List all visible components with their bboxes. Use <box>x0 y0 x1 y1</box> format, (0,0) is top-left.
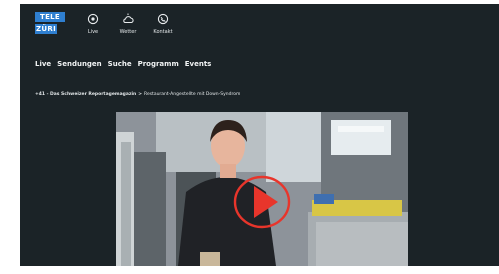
nav-item-live[interactable]: Live <box>35 60 51 68</box>
breadcrumb-section-link[interactable]: +41 - Das Schweizer Reportagemagazin <box>35 92 136 97</box>
quick-link-contact[interactable]: Kontakt <box>152 13 174 35</box>
nav-item-programm[interactable]: Programm <box>138 60 179 68</box>
breadcrumb-current: Restaurant-Angestellte mit Down-Syndrom <box>144 92 241 97</box>
logo-line-1: TELE <box>35 12 65 22</box>
logo-line-2: ZÜRI <box>35 24 57 34</box>
video-player[interactable] <box>116 112 408 266</box>
weather-icon <box>123 13 134 23</box>
contact-icon <box>157 13 169 25</box>
quick-link-weather-label: Wetter <box>119 29 137 35</box>
telezueri-logo[interactable]: TELE ZÜRI <box>35 12 65 34</box>
live-icon <box>87 13 99 25</box>
breadcrumb: +41 - Das Schweizer Reportagemagazin > Res… <box>35 92 240 97</box>
main-navigation: Live Sendungen Suche Programm Events <box>35 60 211 68</box>
quick-link-weather[interactable]: Wetter <box>117 13 139 35</box>
header-quick-links: Live Wetter Kontakt <box>82 13 174 35</box>
quick-link-contact-label: Kontakt <box>153 29 173 35</box>
quick-link-live-label: Live <box>87 29 99 35</box>
play-icon <box>233 175 291 229</box>
site-frame: TELE ZÜRI Live Wetter Kontakt Live Sendu… <box>20 4 499 266</box>
quick-link-live[interactable]: Live <box>82 13 104 35</box>
play-button[interactable] <box>232 174 292 230</box>
breadcrumb-separator: > <box>138 92 143 97</box>
nav-item-suche[interactable]: Suche <box>108 60 132 68</box>
nav-item-sendungen[interactable]: Sendungen <box>57 60 102 68</box>
nav-item-events[interactable]: Events <box>185 60 212 68</box>
